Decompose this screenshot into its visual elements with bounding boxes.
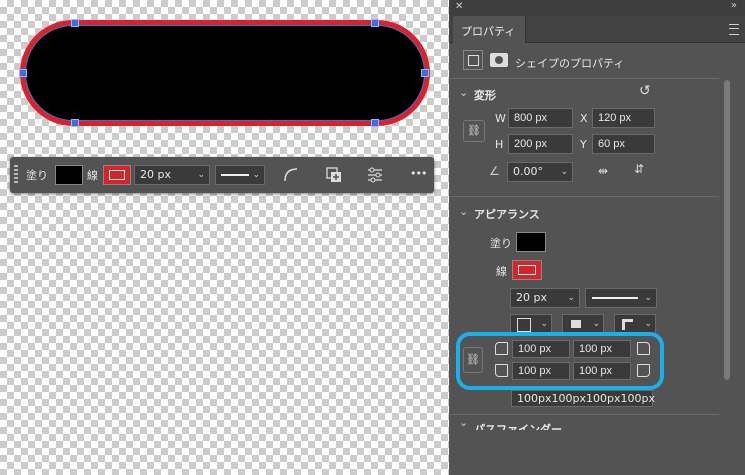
live-shape-icon[interactable] <box>463 50 483 70</box>
angle-icon: ∠ <box>489 164 500 178</box>
selection-handle[interactable] <box>71 19 79 27</box>
chevron-down-icon[interactable]: ⌄ <box>459 86 468 99</box>
collapse-icon[interactable]: » <box>731 0 737 11</box>
panel-body-cutoff <box>449 430 719 475</box>
tab-properties-label: プロパティ <box>461 25 516 38</box>
chevron-down-icon: ⌄ <box>560 167 568 177</box>
stroke-label: 線 <box>496 265 507 278</box>
pathfinder-section-header[interactable]: ⌄ パスファインダー <box>449 420 719 430</box>
stroke-cap-dropdown[interactable]: ⌄ <box>562 314 604 334</box>
corner-radii-combined-value: 100px100px100px100px <box>517 392 655 405</box>
divider <box>449 78 719 79</box>
line-style-icon <box>592 297 638 299</box>
stroke-swatch[interactable] <box>103 165 131 185</box>
chevron-down-icon[interactable]: ⌄ <box>459 205 468 218</box>
fill-label: 塗り <box>490 237 512 250</box>
corner-radius-icon[interactable] <box>283 166 299 182</box>
stroke-align-icon <box>517 318 531 332</box>
drag-grip-icon[interactable] <box>14 165 18 185</box>
stroke-corner-icon <box>622 319 633 330</box>
chevron-down-icon: ⌄ <box>592 319 600 329</box>
panel-title-bar: ✕ » <box>449 0 745 16</box>
stroke-label: 線 <box>87 169 98 182</box>
link-dimensions-icon[interactable]: ⛓ <box>463 120 485 142</box>
chevron-down-icon: ⌄ <box>644 293 652 303</box>
transform-section-title: 変形 <box>474 89 496 102</box>
stroke-style-dropdown[interactable]: ⌄ <box>585 288 657 308</box>
selection-handle[interactable] <box>421 69 429 77</box>
shape-properties-label: シェイプのプロパティ <box>515 57 625 70</box>
chevron-down-icon: ⌄ <box>567 293 575 303</box>
reset-icon[interactable]: ↺ <box>639 83 651 99</box>
chevron-down-icon: ⌄ <box>197 170 205 180</box>
angle-value: 0.00° <box>513 165 543 178</box>
width-input[interactable] <box>508 108 573 128</box>
fill-swatch[interactable] <box>516 232 546 252</box>
close-icon[interactable]: ✕ <box>455 1 463 12</box>
panel-menu-icon[interactable] <box>729 24 739 35</box>
appearance-section-title: アピアランス <box>474 208 540 221</box>
selection-handle[interactable] <box>71 119 79 127</box>
fill-swatch[interactable] <box>55 165 83 185</box>
stroke-cap-icon <box>571 320 581 328</box>
fill-label: 塗り <box>26 169 48 182</box>
x-label: X <box>580 112 588 125</box>
flip-horizontal-icon[interactable]: ⇹ <box>598 164 608 178</box>
stroke-width-dropdown[interactable]: 20 px ⌄ <box>134 165 210 185</box>
pathfinder-section-title: パスファインダー <box>474 423 562 430</box>
stroke-corner-dropdown[interactable]: ⌄ <box>614 314 656 334</box>
divider <box>449 414 719 415</box>
height-input[interactable] <box>508 134 573 154</box>
angle-dropdown[interactable]: 0.00° ⌄ <box>507 162 573 182</box>
flip-vertical-icon[interactable]: ⇵ <box>634 162 644 176</box>
stroke-width-value: 20 px <box>516 291 547 304</box>
annotation-highlight <box>456 332 664 390</box>
mask-icon[interactable] <box>490 53 508 67</box>
x-input[interactable] <box>592 108 655 128</box>
properties-panel: ✕ » プロパティ シェイプのプロパティ ⌄ 変形 ↺ ⛓ W X H Y ∠ … <box>449 0 745 475</box>
line-style-icon <box>221 174 249 176</box>
stroke-width-dropdown[interactable]: 20 px ⌄ <box>510 288 580 308</box>
width-label: W <box>495 112 506 125</box>
rounded-rectangle-shape[interactable] <box>19 19 430 127</box>
chevron-down-icon: ⌄ <box>644 319 652 329</box>
shape-fill <box>25 25 425 121</box>
add-shape-icon[interactable] <box>325 166 343 184</box>
chevron-down-icon: ⌄ <box>252 170 260 180</box>
panel-scrollbar[interactable] <box>724 80 730 380</box>
height-label: H <box>495 138 504 151</box>
divider <box>449 196 719 197</box>
tab-properties[interactable]: プロパティ <box>453 16 526 43</box>
stroke-style-dropdown[interactable]: ⌄ <box>215 165 265 185</box>
y-label: Y <box>580 138 587 151</box>
selection-handle[interactable] <box>371 19 379 27</box>
contextual-task-bar: 塗り 線 20 px ⌄ ⌄ ••• <box>10 157 434 193</box>
corner-radii-combined-field[interactable]: 100px100px100px100px <box>511 390 655 407</box>
selection-handle[interactable] <box>19 69 27 77</box>
adjust-sliders-icon[interactable] <box>366 166 384 184</box>
stroke-align-dropdown[interactable]: ⌄ <box>510 314 552 334</box>
more-options-button[interactable]: ••• <box>410 167 427 180</box>
chevron-down-icon: ⌄ <box>540 319 548 329</box>
selection-handle[interactable] <box>371 119 379 127</box>
chevron-down-icon: ⌄ <box>459 420 469 429</box>
stroke-width-value: 20 px <box>140 168 171 181</box>
y-input[interactable] <box>592 134 655 154</box>
stroke-swatch[interactable] <box>512 260 542 280</box>
